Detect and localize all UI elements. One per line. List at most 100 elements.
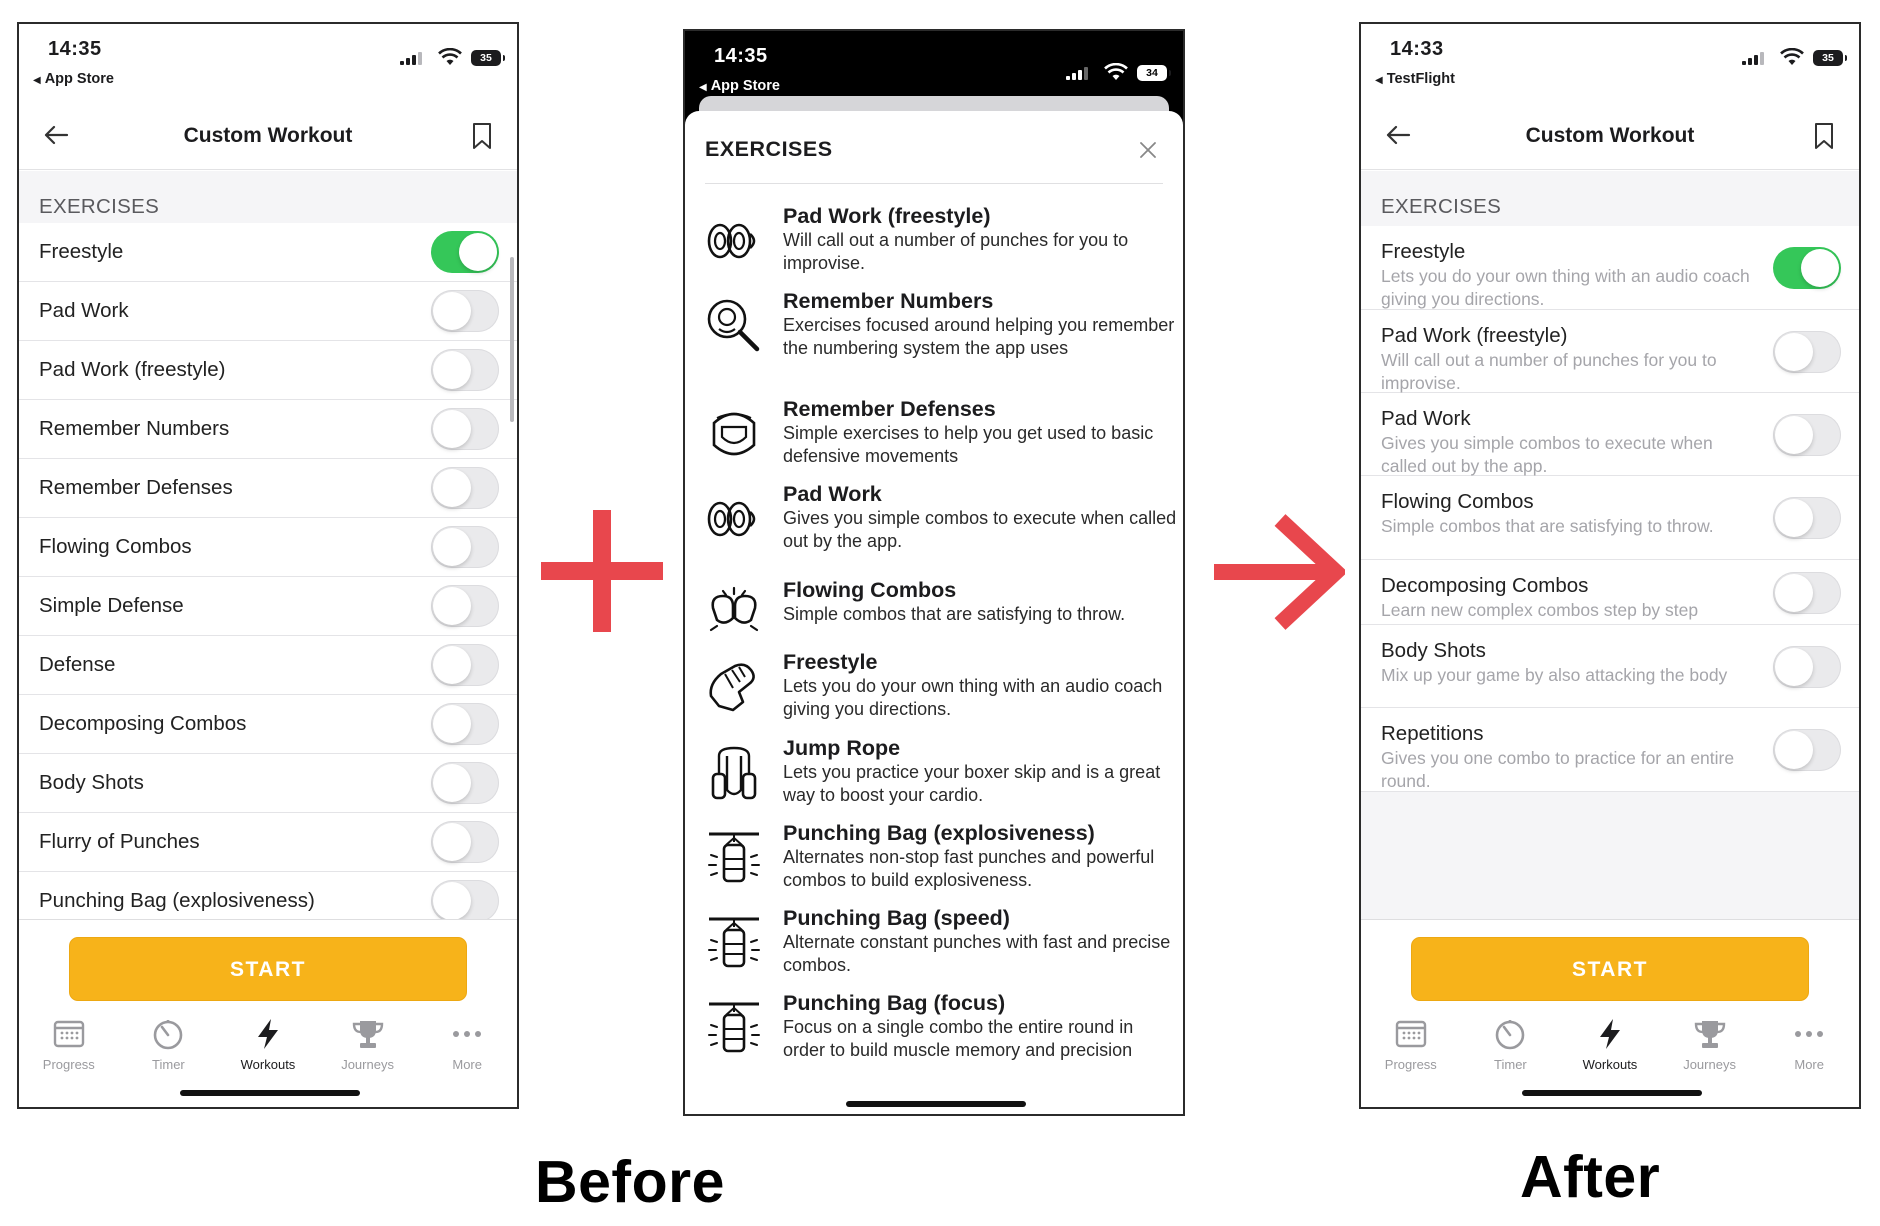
section-header: EXERCISES bbox=[39, 195, 160, 218]
exercise-label: Flowing Combos bbox=[39, 535, 192, 558]
tab-more[interactable]: More bbox=[1759, 1018, 1859, 1078]
exercise-row-body-shots[interactable]: Body Shots Mix up your game by also attac… bbox=[1361, 625, 1859, 708]
exercise-row-remember-defenses[interactable]: Remember Defenses bbox=[19, 459, 517, 518]
tab-more[interactable]: More bbox=[417, 1018, 517, 1078]
exercise-toggle[interactable] bbox=[1773, 729, 1841, 771]
sheet-exercise-description: Lets you do your own thing with an audio… bbox=[783, 676, 1163, 719]
exercise-row-freestyle[interactable]: Freestyle Lets you do your own thing with… bbox=[1361, 226, 1859, 310]
tab-timer[interactable]: Timer bbox=[119, 1018, 219, 1078]
exercise-label: Decomposing Combos bbox=[39, 712, 247, 735]
exercise-row-body-shots[interactable]: Body Shots bbox=[19, 754, 517, 813]
close-icon[interactable] bbox=[1139, 141, 1157, 159]
exercise-toggle[interactable] bbox=[1773, 497, 1841, 539]
exercise-label: Flowing Combos bbox=[1381, 490, 1534, 513]
sheet-exercise-title: Freestyle bbox=[783, 650, 878, 674]
exercise-toggle[interactable] bbox=[1773, 331, 1841, 373]
exercise-row-remember-numbers[interactable]: Remember Numbers bbox=[19, 400, 517, 459]
punching-bag-icon bbox=[705, 829, 763, 887]
tab-progress[interactable]: Progress bbox=[19, 1018, 119, 1078]
bookmark-icon[interactable] bbox=[471, 122, 493, 150]
exercise-row-pad-work[interactable]: Pad Work bbox=[19, 282, 517, 341]
wifi-icon bbox=[438, 48, 462, 65]
toggle-knob bbox=[433, 705, 471, 743]
nav-bar: Custom Workout bbox=[1361, 104, 1859, 170]
tab-workouts[interactable]: Workouts bbox=[218, 1018, 318, 1078]
exercise-row-pad-work-freestyle[interactable]: Pad Work (freestyle) Will call out a numb… bbox=[1361, 310, 1859, 393]
exercise-toggle[interactable] bbox=[431, 585, 499, 627]
back-to-app-link[interactable]: ◀ App Store bbox=[33, 71, 114, 87]
exercise-label: Defense bbox=[39, 653, 116, 676]
bottom-bar: START Progress Timer Workouts Journeys More bbox=[1361, 919, 1859, 1107]
exercise-row-decomposing-combos[interactable]: Decomposing Combos bbox=[19, 695, 517, 754]
exercise-row-pad-work-freestyle[interactable]: Pad Work (freestyle) bbox=[19, 341, 517, 400]
exercise-toggle[interactable] bbox=[431, 231, 499, 273]
exercises-sheet-screen: 14:35 ◀ App Store 34 EXERCISES Pad Work (… bbox=[683, 29, 1185, 1116]
headgear-icon bbox=[705, 405, 763, 463]
sheet-exercise-title: Punching Bag (focus) bbox=[783, 991, 1006, 1015]
exercise-row-defense[interactable]: Defense bbox=[19, 636, 517, 695]
tab-journeys[interactable]: Journeys bbox=[1660, 1018, 1760, 1078]
signal-icon bbox=[1066, 67, 1090, 80]
toggle-knob bbox=[1775, 731, 1813, 769]
toggle-knob bbox=[433, 823, 471, 861]
exercise-row-decomposing-combos[interactable]: Decomposing Combos Learn new complex comb… bbox=[1361, 560, 1859, 625]
bookmark-icon[interactable] bbox=[1813, 122, 1835, 150]
tab-label: Progress bbox=[1384, 1057, 1437, 1072]
exercise-description: Gives you simple combos to execute when … bbox=[1381, 433, 1713, 476]
page-title: Custom Workout bbox=[183, 124, 353, 147]
tab-timer[interactable]: Timer bbox=[1461, 1018, 1561, 1078]
tab-workouts[interactable]: Workouts bbox=[1560, 1018, 1660, 1078]
trophy-icon bbox=[1660, 1018, 1760, 1050]
sheet-exercise-description: Alternates non-stop fast punches and pow… bbox=[783, 847, 1155, 890]
exercise-toggle[interactable] bbox=[431, 703, 499, 745]
exercise-toggle[interactable] bbox=[431, 290, 499, 332]
exercise-description: Learn new complex combos step by step bbox=[1381, 600, 1699, 620]
toggle-knob bbox=[433, 764, 471, 802]
start-button[interactable]: START bbox=[69, 937, 467, 1001]
exercise-toggle[interactable] bbox=[431, 408, 499, 450]
toggle-knob bbox=[1775, 574, 1813, 612]
exercise-description: Will call out a number of punches for yo… bbox=[1381, 350, 1717, 393]
back-to-app-link[interactable]: ◀ App Store bbox=[699, 78, 780, 94]
exercise-row-repetitions[interactable]: Repetitions Gives you one combo to practi… bbox=[1361, 708, 1859, 792]
exercise-row-flurry-of-punches[interactable]: Flurry of Punches bbox=[19, 813, 517, 872]
back-triangle-icon: ◀ bbox=[699, 82, 707, 93]
exercise-toggle[interactable] bbox=[1773, 646, 1841, 688]
exercise-toggle[interactable] bbox=[1773, 414, 1841, 456]
exercise-label: Freestyle bbox=[1381, 240, 1466, 263]
status-time: 14:33 bbox=[1390, 38, 1444, 60]
scrollbar[interactable] bbox=[510, 257, 514, 422]
sheet-exercise-description: Simple combos that are satisfying to thr… bbox=[783, 604, 1126, 624]
exercise-row-flowing-combos[interactable]: Flowing Combos bbox=[19, 518, 517, 577]
tab-bar: Progress Timer Workouts Journeys More bbox=[1361, 1018, 1859, 1078]
exercise-row-freestyle[interactable]: Freestyle bbox=[19, 223, 517, 282]
tab-progress[interactable]: Progress bbox=[1361, 1018, 1461, 1078]
sheet-exercise-description: Will call out a number of punches for yo… bbox=[783, 230, 1129, 273]
exercise-row-simple-defense[interactable]: Simple Defense bbox=[19, 577, 517, 636]
exercise-toggle[interactable] bbox=[431, 880, 499, 919]
tab-journeys[interactable]: Journeys bbox=[318, 1018, 418, 1078]
exercise-toggle[interactable] bbox=[1773, 572, 1841, 614]
punching-bag-icon bbox=[705, 914, 763, 972]
exercise-row-punching-bag-explosiveness[interactable]: Punching Bag (explosiveness) bbox=[19, 872, 517, 919]
tab-label: Journeys bbox=[1683, 1057, 1736, 1072]
exercise-toggle[interactable] bbox=[431, 467, 499, 509]
tab-label: Timer bbox=[152, 1057, 185, 1072]
signal-icon bbox=[1742, 52, 1766, 65]
exercise-row-pad-work[interactable]: Pad Work Gives you simple combos to execu… bbox=[1361, 393, 1859, 476]
exercise-toggle[interactable] bbox=[431, 349, 499, 391]
back-app-label: App Store bbox=[710, 78, 780, 94]
exercise-toggle[interactable] bbox=[1773, 247, 1841, 289]
exercise-toggle[interactable] bbox=[431, 644, 499, 686]
timer-icon bbox=[119, 1018, 219, 1050]
start-button[interactable]: START bbox=[1411, 937, 1809, 1001]
sheet-title: EXERCISES bbox=[705, 137, 833, 161]
battery-icon: 35 bbox=[471, 50, 505, 66]
exercise-toggle[interactable] bbox=[431, 526, 499, 568]
exercise-toggle[interactable] bbox=[431, 762, 499, 804]
status-time: 14:35 bbox=[714, 45, 768, 67]
exercise-toggle[interactable] bbox=[431, 821, 499, 863]
right-arrow-icon bbox=[1214, 514, 1345, 630]
back-to-app-link[interactable]: ◀ TestFlight bbox=[1375, 71, 1455, 87]
exercise-row-flowing-combos[interactable]: Flowing Combos Simple combos that are sat… bbox=[1361, 476, 1859, 560]
